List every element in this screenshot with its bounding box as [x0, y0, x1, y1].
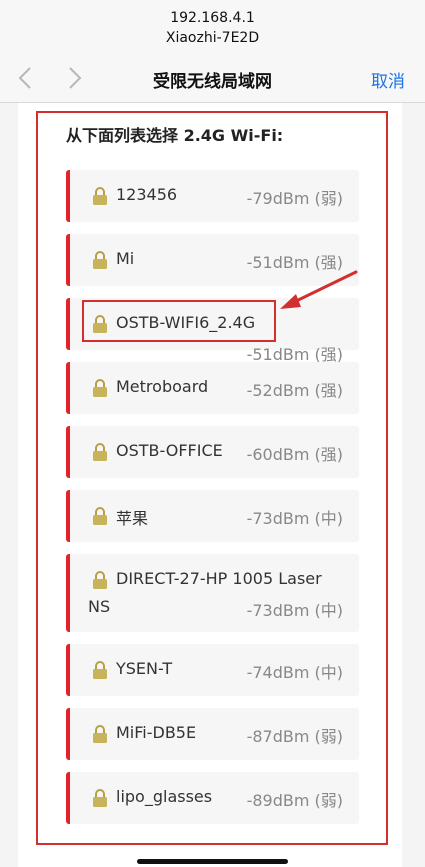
lock-icon — [93, 725, 107, 743]
wifi-item[interactable]: OSTB-OFFICE -60dBm (强) — [66, 426, 359, 478]
lock-icon — [93, 507, 107, 525]
wifi-item[interactable]: 123456 -79dBm (弱) — [66, 170, 359, 222]
wifi-signal: -73dBm (中) — [246, 509, 343, 528]
wifi-signal: -52dBm (强) — [246, 381, 343, 400]
wifi-item[interactable]: MiFi-DB5E -87dBm (弱) — [66, 708, 359, 760]
wifi-item[interactable]: DIRECT-27-HP 1005 Laser NS -73dBm (中) — [66, 554, 359, 632]
wifi-ssid: MiFi-DB5E — [116, 723, 197, 742]
lock-icon — [93, 187, 107, 205]
wifi-ssid: DIRECT-27-HP 1005 Laser — [116, 569, 322, 588]
wifi-signal: -89dBm (弱) — [246, 791, 343, 810]
arrow-icon — [280, 270, 358, 309]
wifi-signal: -79dBm (弱) — [246, 189, 343, 208]
cancel-button[interactable]: 取消 — [371, 67, 405, 92]
wifi-signal: -74dBm (中) — [246, 663, 343, 682]
lock-icon — [93, 571, 107, 589]
wifi-ssid: 123456 — [116, 185, 178, 204]
wifi-ssid: 苹果 — [116, 509, 149, 528]
wifi-ssid: lipo_glasses — [116, 787, 213, 806]
host-ip: 192.168.4.1 — [170, 10, 255, 26]
host-name: Xiaozhi-7E2D — [165, 30, 260, 46]
browser-header: 192.168.4.1 Xiaozhi-7E2D 受限无线局域网 取消 — [0, 0, 425, 103]
lock-icon — [93, 251, 107, 269]
ssid-highlight-box — [82, 300, 276, 342]
lock-icon — [93, 379, 107, 397]
wifi-signal: -87dBm (弱) — [246, 727, 343, 746]
wifi-signal: -60dBm (强) — [246, 445, 343, 464]
wifi-ssid: OSTB-OFFICE — [116, 441, 223, 460]
lock-icon — [93, 789, 107, 807]
home-indicator — [137, 859, 288, 864]
lock-icon — [93, 661, 107, 679]
wifi-ssid: YSEN-T — [116, 659, 173, 678]
list-heading: 从下面列表选择 2.4G Wi-Fi: — [66, 126, 284, 145]
wifi-signal: -73dBm (中) — [246, 601, 343, 620]
page-title: 受限无线局域网 — [153, 72, 272, 92]
wifi-item[interactable]: Metroboard -52dBm (强) — [66, 362, 359, 414]
wifi-ssid: Mi — [116, 249, 135, 268]
wifi-item[interactable]: 苹果 -73dBm (中) — [66, 490, 359, 542]
wifi-ssid-line2: NS — [88, 597, 111, 616]
lock-icon — [93, 443, 107, 461]
wifi-item[interactable]: lipo_glasses -89dBm (弱) — [66, 772, 359, 824]
wifi-ssid: Metroboard — [116, 377, 209, 396]
wifi-item[interactable]: YSEN-T -74dBm (中) — [66, 644, 359, 696]
